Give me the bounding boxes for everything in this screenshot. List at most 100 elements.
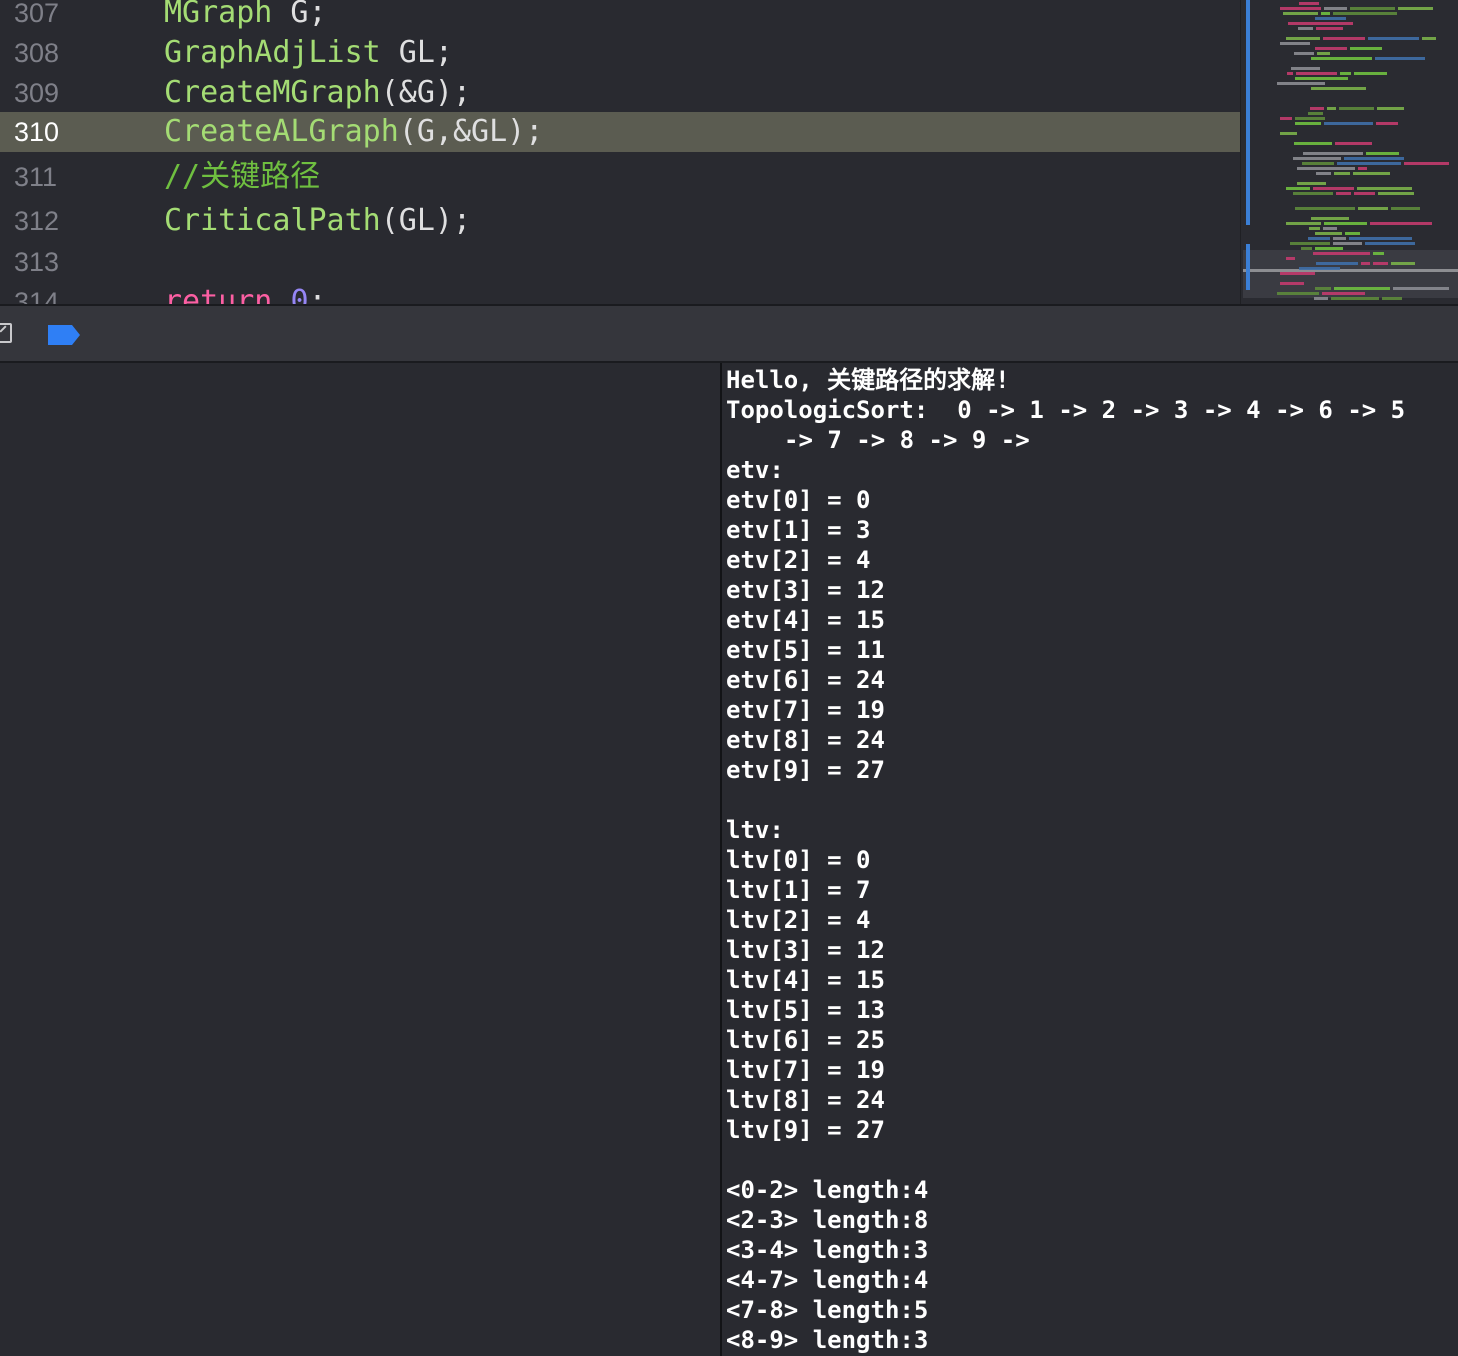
- code-token: (&G);: [380, 75, 472, 110]
- minimap-code-line: [1350, 47, 1382, 50]
- toggle-console-icon[interactable]: [0, 323, 12, 343]
- minimap-code-line: [1286, 222, 1321, 225]
- code-text[interactable]: CreateMGraph(&G);: [164, 73, 471, 113]
- console-line: ltv[9] = 27: [726, 1116, 885, 1144]
- console-line: etv[3] = 12: [726, 576, 885, 604]
- line-number[interactable]: 309: [14, 73, 59, 113]
- console-line: TopologicSort: 0 -> 1 -> 2 -> 3 -> 4 -> …: [726, 396, 1406, 424]
- console-output-pane[interactable]: Hello, 关键路径的求解! TopologicSort: 0 -> 1 -> …: [722, 363, 1458, 1356]
- minimap-code-line: [1315, 247, 1343, 250]
- line-number[interactable]: 308: [14, 33, 59, 73]
- console-line: etv[8] = 24: [726, 726, 885, 754]
- minimap-code-line: [1309, 227, 1320, 230]
- minimap-code-line: [1280, 282, 1304, 285]
- minimap-code-line: [1334, 287, 1390, 290]
- code-line-current[interactable]: 310 CreateALGraph(G,&GL);: [0, 112, 1240, 152]
- minimap-code-line: [1391, 262, 1415, 265]
- minimap-code-line: [1393, 287, 1449, 290]
- variables-view[interactable]: [0, 363, 720, 1356]
- code-line[interactable]: 314 return 0;: [0, 282, 1240, 304]
- line-number[interactable]: 307: [14, 0, 59, 33]
- minimap-code-line: [1299, 2, 1319, 5]
- minimap-code-line: [1321, 12, 1330, 15]
- minimap-code-line: [1283, 12, 1318, 15]
- minimap-code-line: [1290, 242, 1330, 245]
- code-token: return: [164, 284, 273, 304]
- line-number[interactable]: 312: [14, 201, 59, 241]
- console-line: ltv[6] = 25: [726, 1026, 885, 1054]
- minimap-visible-region[interactable]: [1243, 250, 1458, 298]
- minimap-code-line: [1422, 37, 1436, 40]
- minimap-code-line: [1311, 217, 1349, 220]
- code-token: ;: [308, 284, 327, 304]
- console-line: <2-3> length:8: [726, 1206, 929, 1234]
- code-line[interactable]: 312 CriticalPath(GL);: [0, 201, 1240, 241]
- minimap[interactable]: [1240, 0, 1458, 304]
- minimap-code-line: [1333, 12, 1397, 15]
- minimap-code-line: [1366, 152, 1399, 155]
- minimap-code-line: [1287, 72, 1293, 75]
- console-line: <0-2> length:4: [726, 1176, 929, 1204]
- minimap-code-line: [1316, 262, 1358, 265]
- code-text[interactable]: CriticalPath(GL);: [164, 201, 471, 241]
- minimap-code-line: [1333, 242, 1362, 245]
- minimap-code-line: [1404, 162, 1449, 165]
- minimap-code-line: [1323, 227, 1337, 230]
- code-token: //关键路径: [164, 159, 321, 194]
- minimap-change-bar: [1246, 244, 1250, 290]
- minimap-code-line: [1311, 87, 1366, 90]
- code-token: MGraph: [164, 0, 273, 30]
- minimap-code-line: [1316, 27, 1343, 30]
- console-line: etv[9] = 27: [726, 756, 885, 784]
- code-line[interactable]: 308 GraphAdjList GL;: [0, 33, 1240, 73]
- minimap-code-line: [1303, 152, 1363, 155]
- minimap-code-line: [1280, 42, 1310, 45]
- minimap-code-line: [1295, 207, 1355, 210]
- line-number[interactable]: 310: [14, 112, 59, 152]
- minimap-code-line: [1291, 67, 1320, 70]
- minimap-code-line: [1314, 297, 1328, 300]
- minimap-code-line: [1337, 162, 1401, 165]
- minimap-code-line: [1301, 247, 1312, 250]
- console-line: <3-4> length:3: [726, 1236, 929, 1264]
- xcode-window: 307 MGraph G; 308 GraphAdjList GL; 309 Create…: [0, 0, 1458, 1356]
- minimap-code-line: [1382, 297, 1402, 300]
- line-number[interactable]: 313: [14, 242, 59, 282]
- minimap-code-line: [1293, 157, 1341, 160]
- minimap-code-line: [1280, 272, 1315, 275]
- minimap-code-line: [1311, 57, 1372, 60]
- minimap-code-line: [1315, 232, 1342, 235]
- code-text[interactable]: GraphAdjList GL;: [164, 33, 453, 73]
- source-editor[interactable]: 307 MGraph G; 308 GraphAdjList GL; 309 Create…: [0, 0, 1458, 304]
- minimap-code-line: [1358, 167, 1367, 170]
- code-text[interactable]: CreateALGraph(G,&GL);: [164, 112, 543, 152]
- minimap-code-line: [1315, 47, 1347, 50]
- code-area[interactable]: 307 MGraph G; 308 GraphAdjList GL; 309 Create…: [0, 0, 1240, 304]
- line-number[interactable]: 311: [14, 157, 57, 197]
- code-token: (G,&GL);: [398, 114, 544, 149]
- minimap-code-line: [1280, 132, 1297, 135]
- code-text[interactable]: return 0;: [164, 282, 327, 304]
- code-line[interactable]: 313: [0, 242, 1240, 282]
- code-text[interactable]: //关键路径: [164, 157, 320, 197]
- minimap-code-line: [1365, 242, 1415, 245]
- minimap-code-line: [1353, 172, 1390, 175]
- breakpoint-icon[interactable]: [48, 325, 80, 345]
- minimap-code-line: [1354, 72, 1387, 75]
- line-number[interactable]: 314: [14, 282, 59, 304]
- code-line[interactable]: 307 MGraph G;: [0, 0, 1240, 33]
- minimap-code-line: [1299, 267, 1340, 270]
- code-text[interactable]: MGraph G;: [164, 0, 327, 33]
- console-line: etv[6] = 24: [726, 666, 885, 694]
- minimap-code-line: [1357, 187, 1412, 190]
- minimap-code-line: [1302, 162, 1334, 165]
- minimap-code-line: [1280, 7, 1321, 10]
- minimap-code-line: [1294, 52, 1314, 55]
- code-line[interactable]: 311 //关键路径: [0, 157, 1240, 197]
- console-line: <8-9> length:3: [726, 1326, 929, 1354]
- minimap-code-line: [1286, 257, 1295, 260]
- code-line[interactable]: 309 CreateMGraph(&G);: [0, 73, 1240, 113]
- code-token: GraphAdjList: [164, 35, 381, 70]
- minimap-code-line: [1277, 82, 1325, 85]
